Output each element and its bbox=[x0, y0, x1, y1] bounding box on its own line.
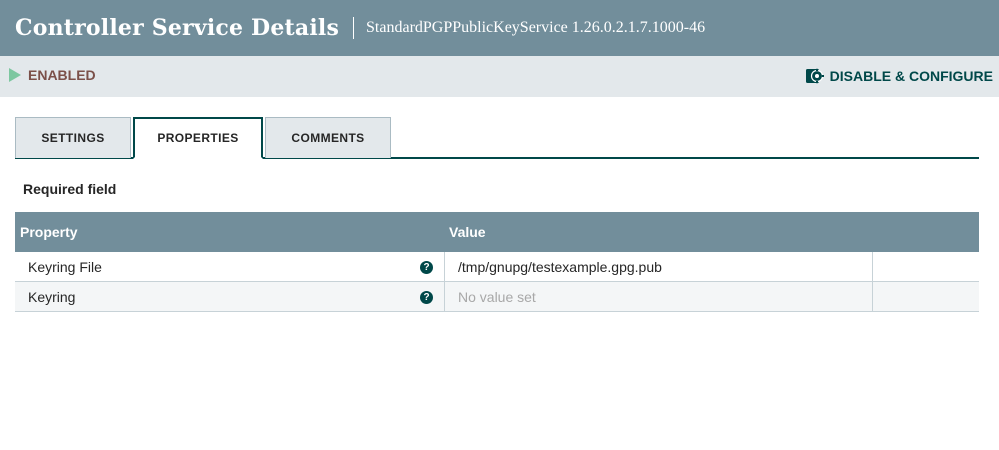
dialog-title: Controller Service Details bbox=[15, 15, 340, 41]
play-icon bbox=[9, 68, 21, 82]
required-field-label: Required field bbox=[23, 181, 117, 197]
column-divider bbox=[444, 282, 445, 311]
column-divider bbox=[444, 252, 445, 281]
tab-settings[interactable]: SETTINGS bbox=[15, 117, 131, 158]
tab-bar: SETTINGS PROPERTIES COMMENTS bbox=[15, 117, 979, 159]
property-value[interactable]: No value set bbox=[458, 289, 536, 305]
property-name: Keyring bbox=[28, 289, 76, 305]
enabled-status: ENABLED bbox=[9, 67, 96, 83]
help-icon[interactable]: ? bbox=[420, 261, 433, 274]
column-header-value: Value bbox=[449, 224, 486, 240]
title-divider bbox=[353, 17, 355, 39]
status-bar: ENABLED DISABLE & CONFIGURE bbox=[0, 56, 999, 97]
help-icon[interactable]: ? bbox=[420, 291, 433, 304]
column-divider bbox=[872, 282, 873, 311]
table-row[interactable]: Keyring ? No value set bbox=[15, 282, 979, 312]
column-header-property: Property bbox=[20, 224, 78, 240]
tab-comments[interactable]: COMMENTS bbox=[265, 117, 391, 158]
column-divider bbox=[872, 252, 873, 281]
gear-icon bbox=[805, 67, 825, 85]
property-name: Keyring File bbox=[28, 259, 102, 275]
table-row[interactable]: Keyring File ? /tmp/gnupg/testexample.gp… bbox=[15, 252, 979, 282]
service-type-label: StandardPGPPublicKeyService 1.26.0.2.1.7… bbox=[366, 19, 706, 36]
properties-table: Property Value Keyring File ? /tmp/gnupg… bbox=[15, 212, 979, 312]
property-value[interactable]: /tmp/gnupg/testexample.gpg.pub bbox=[458, 259, 662, 275]
table-header: Property Value bbox=[15, 212, 979, 252]
status-label: ENABLED bbox=[28, 67, 96, 83]
tab-properties[interactable]: PROPERTIES bbox=[133, 117, 263, 159]
dialog-header: Controller Service Details StandardPGPPu… bbox=[0, 0, 999, 56]
disable-configure-button[interactable]: DISABLE & CONFIGURE bbox=[805, 67, 993, 85]
disable-configure-label: DISABLE & CONFIGURE bbox=[829, 68, 993, 84]
